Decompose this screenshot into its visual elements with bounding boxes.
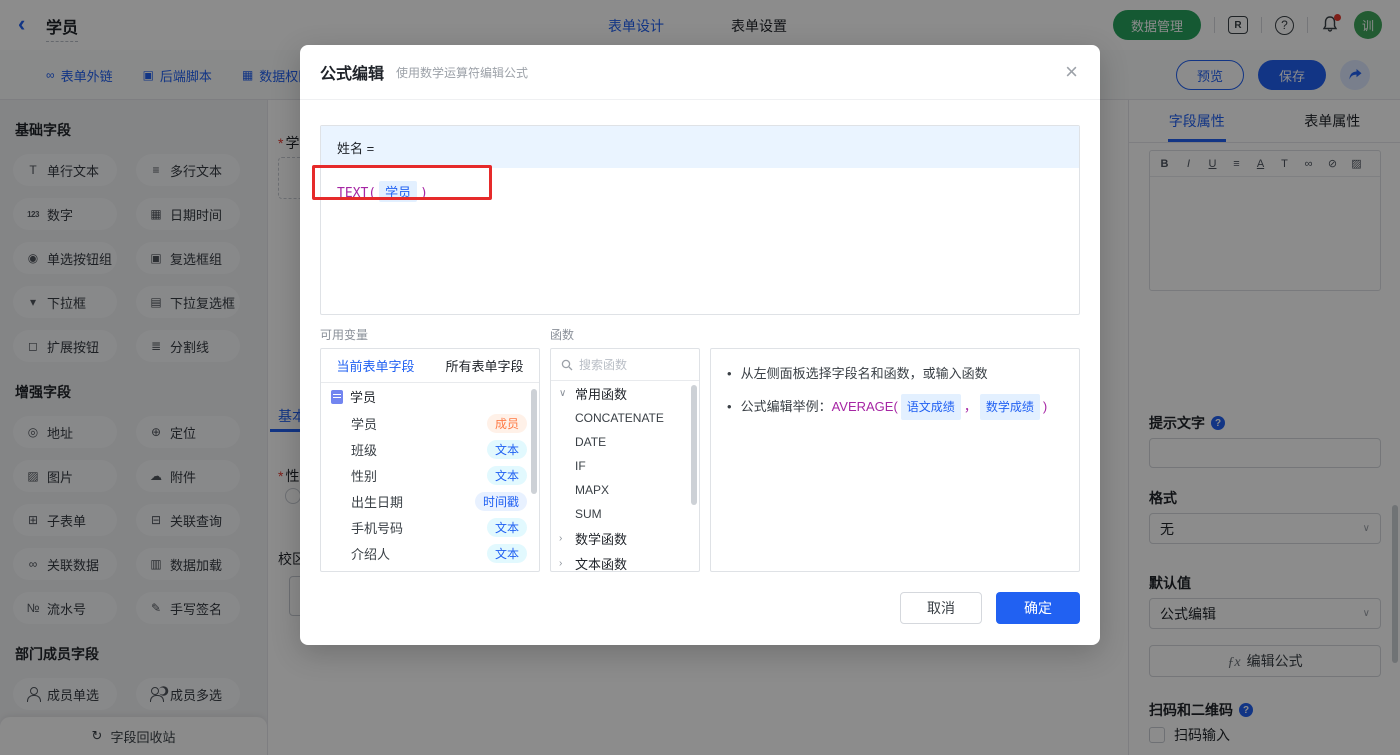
functions-scrollbar[interactable] <box>691 385 697 505</box>
chevron-right-icon: › <box>559 558 563 569</box>
hint-panel: • 从左侧面板选择字段名和函数，或输入函数 • 公式编辑举例： AVERAGE( … <box>710 348 1080 572</box>
hint-line-1: • 从左侧面板选择字段名和函数，或输入函数 <box>727 362 1063 386</box>
function-group-common[interactable]: ∨ 常用函数 <box>551 381 699 406</box>
variable-row[interactable]: 介绍人 文本 <box>321 540 539 566</box>
type-badge: 文本 <box>486 543 527 563</box>
group-label: 数学函数 <box>575 532 628 547</box>
variable-name: 班级 <box>351 442 378 458</box>
example-field-chip: 语文成绩 <box>900 394 961 420</box>
available-variables-label: 可用变量 <box>320 328 369 342</box>
function-search-input[interactable] <box>579 357 679 372</box>
modal-title: 公式编辑 <box>320 66 385 83</box>
functions-panel: ∨ 常用函数 CONCATENATE DATE IF MAPX SUM › 数学函数… <box>550 348 700 572</box>
variables-panel: 当前表单字段 所有表单字段 学员 学员 成员 班级 文本 性别 文本 出生日期 时间戳 … <box>320 348 540 572</box>
type-badge: 成员 <box>486 413 527 433</box>
type-badge: 文本 <box>486 465 527 485</box>
variable-name: 性别 <box>351 468 378 484</box>
variable-row[interactable]: 性别 文本 <box>321 462 539 488</box>
function-item[interactable]: CONCATENATE <box>551 406 699 430</box>
close-icon[interactable]: × <box>1065 61 1078 83</box>
variable-row[interactable]: 出生日期 时间戳 <box>321 488 539 514</box>
variable-row[interactable]: 手机号码 文本 <box>321 514 539 540</box>
form-doc-icon <box>331 389 343 404</box>
function-group-text[interactable]: › 文本函数 <box>551 551 699 572</box>
formula-editor-modal: 公式编辑 使用数学运算符编辑公式 × 姓名 = TEXT(学员) 可用变量 函数… <box>300 45 1100 645</box>
search-icon <box>561 359 573 370</box>
tab-all-form-fields[interactable]: 所有表单字段 <box>430 356 539 375</box>
form-designer-app: ‹ 学员 表单设计 表单设置 数据管理 R ? 训 ∞ 表单外链 ▣ 后端脚本 ▦ 数… <box>0 0 1400 755</box>
confirm-button[interactable]: 确定 <box>996 592 1080 624</box>
close-paren-token: ) <box>420 186 428 201</box>
variable-name: 手机号码 <box>351 520 404 536</box>
formula-editor[interactable]: 姓名 = TEXT(学员) <box>320 125 1080 315</box>
chevron-right-icon: › <box>559 533 563 544</box>
modal-subtitle: 使用数学运算符编辑公式 <box>396 65 529 80</box>
variable-name: 介绍人 <box>351 546 391 562</box>
variables-scrollbar[interactable] <box>531 389 537 494</box>
function-group-math[interactable]: › 数学函数 <box>551 526 699 551</box>
example-field-chip: 数学成绩 <box>979 394 1040 420</box>
type-badge: 文本 <box>486 517 527 537</box>
cancel-button[interactable]: 取消 <box>900 592 982 624</box>
group-label: 文本函数 <box>575 557 628 572</box>
tab-current-form-fields[interactable]: 当前表单字段 <box>321 356 430 375</box>
example-function-token: AVERAGE( <box>831 399 898 414</box>
function-item[interactable]: DATE <box>551 430 699 454</box>
function-item[interactable]: IF <box>551 454 699 478</box>
hint-line-2: • 公式编辑举例： AVERAGE( 语文成绩 ， 数学成绩 ) <box>727 394 1063 420</box>
variables-root-node[interactable]: 学员 <box>321 383 539 410</box>
bullet: • <box>727 366 732 381</box>
bullet: • <box>727 399 732 414</box>
modal-footer: 取消 确定 <box>900 592 1080 624</box>
function-name-token: TEXT( <box>337 186 377 201</box>
close-paren-token: ) <box>1042 399 1048 414</box>
variable-name: 学员 <box>351 416 378 432</box>
functions-label: 函数 <box>550 328 575 342</box>
variable-row[interactable]: 学员 成员 <box>321 410 539 436</box>
variable-name: 出生日期 <box>351 494 404 510</box>
root-label: 学员 <box>350 390 377 405</box>
formula-code[interactable]: TEXT(学员) <box>321 168 1079 215</box>
hint-example-prefix: 公式编辑举例： <box>740 399 832 414</box>
group-label: 常用函数 <box>575 387 628 402</box>
type-badge: 文本 <box>486 439 527 459</box>
function-item[interactable]: MAPX <box>551 478 699 502</box>
variables-tabs: 当前表单字段 所有表单字段 <box>321 349 539 383</box>
modal-header: 公式编辑 使用数学运算符编辑公式 × <box>300 45 1100 100</box>
hint-text: 从左侧面板选择字段名和函数，或输入函数 <box>740 366 988 381</box>
field-chip-member[interactable]: 学员 <box>379 181 418 202</box>
chevron-down-icon: ∨ <box>559 388 567 399</box>
formula-target: 姓名 = <box>321 126 1079 168</box>
comma-token: ， <box>963 399 977 414</box>
function-item[interactable]: SUM <box>551 502 699 526</box>
variable-row[interactable]: 班级 文本 <box>321 436 539 462</box>
type-badge: 时间戳 <box>474 491 527 511</box>
function-search[interactable] <box>551 349 699 381</box>
